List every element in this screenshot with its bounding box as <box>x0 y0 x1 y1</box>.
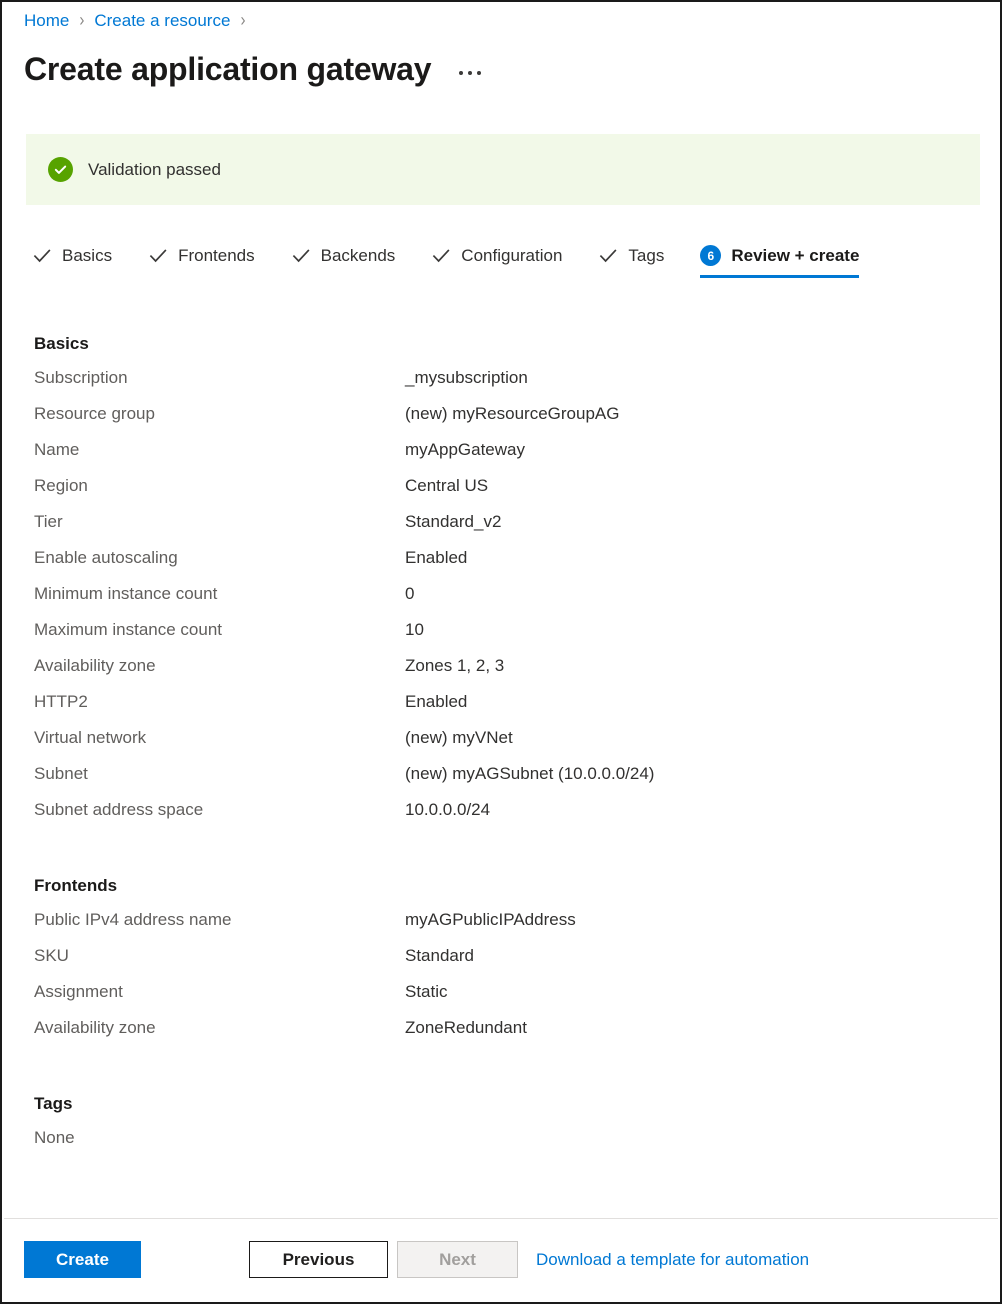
validation-status-text: Validation passed <box>88 160 221 180</box>
summary-row: Maximum instance count 10 <box>34 620 976 656</box>
step-badge: 6 <box>700 245 721 266</box>
row-value: Standard_v2 <box>405 512 501 532</box>
summary-row: Availability zone Zones 1, 2, 3 <box>34 656 976 692</box>
check-icon <box>291 246 311 266</box>
summary-row: Public IPv4 address name myAGPublicIPAdd… <box>34 910 976 946</box>
section-heading: Frontends <box>34 876 976 896</box>
create-button[interactable]: Create <box>24 1241 141 1278</box>
row-value: (new) myVNet <box>405 728 513 748</box>
summary-row: SKU Standard <box>34 946 976 982</box>
row-label: Availability zone <box>34 1018 405 1038</box>
row-value: Enabled <box>405 692 467 712</box>
row-label: Tier <box>34 512 405 532</box>
row-label: HTTP2 <box>34 692 405 712</box>
row-value: Static <box>405 982 448 1002</box>
section-heading: Tags <box>34 1094 976 1114</box>
summary-row: Subnet address space 10.0.0.0/24 <box>34 800 976 836</box>
summary-row: Subnet (new) myAGSubnet (10.0.0.0/24) <box>34 764 976 800</box>
validation-banner: Validation passed <box>26 134 980 205</box>
dot <box>477 71 481 75</box>
dot <box>459 71 463 75</box>
row-value: (new) myAGSubnet (10.0.0.0/24) <box>405 764 654 784</box>
page-title: Create application gateway <box>24 48 431 90</box>
check-icon <box>431 246 451 266</box>
breadcrumb-separator-icon: › <box>240 7 245 35</box>
row-value: 10.0.0.0/24 <box>405 800 490 820</box>
summary-row: Region Central US <box>34 476 976 512</box>
tab-label: Frontends <box>178 246 255 266</box>
breadcrumb-separator-icon: › <box>79 7 84 35</box>
row-value: 0 <box>405 584 414 604</box>
row-value: 10 <box>405 620 424 640</box>
more-options-icon[interactable] <box>457 65 483 81</box>
section-frontends: Frontends Public IPv4 address name myAGP… <box>34 876 976 1054</box>
tab-tags[interactable]: Tags <box>598 246 664 278</box>
summary-row: Availability zone ZoneRedundant <box>34 1018 976 1054</box>
row-value: (new) myResourceGroupAG <box>405 404 619 424</box>
summary-row: Virtual network (new) myVNet <box>34 728 976 764</box>
summary-row: Name myAppGateway <box>34 440 976 476</box>
wizard-footer: Create Previous Next Download a template… <box>2 1219 1000 1300</box>
summary-row: Tier Standard_v2 <box>34 512 976 548</box>
row-value: ZoneRedundant <box>405 1018 527 1038</box>
row-value: myAGPublicIPAddress <box>405 910 576 930</box>
tab-label: Tags <box>628 246 664 266</box>
summary-row: Resource group (new) myResourceGroupAG <box>34 404 976 440</box>
download-template-link[interactable]: Download a template for automation <box>536 1250 809 1270</box>
section-heading: Basics <box>34 334 976 354</box>
section-tags: Tags None <box>34 1094 976 1148</box>
previous-button[interactable]: Previous <box>249 1241 388 1278</box>
dot <box>468 71 472 75</box>
row-label: Resource group <box>34 404 405 424</box>
row-value: Enabled <box>405 548 467 568</box>
row-label: Public IPv4 address name <box>34 910 405 930</box>
active-tab-indicator <box>700 275 859 278</box>
section-basics: Basics Subscription _mysubscription Reso… <box>34 334 976 836</box>
breadcrumb: Home › Create a resource › <box>24 10 255 32</box>
tab-label: Basics <box>62 246 112 266</box>
wizard-tabs: Basics Frontends Backends Configuration <box>32 245 859 278</box>
check-icon <box>32 246 52 266</box>
row-value: Zones 1, 2, 3 <box>405 656 504 676</box>
breadcrumb-item-home[interactable]: Home <box>24 10 69 32</box>
tab-basics[interactable]: Basics <box>32 246 112 278</box>
summary-row: HTTP2 Enabled <box>34 692 976 728</box>
row-label: SKU <box>34 946 405 966</box>
tab-configuration[interactable]: Configuration <box>431 246 562 278</box>
summary-row: Enable autoscaling Enabled <box>34 548 976 584</box>
tab-backends[interactable]: Backends <box>291 246 396 278</box>
row-value: Standard <box>405 946 474 966</box>
row-value: myAppGateway <box>405 440 525 460</box>
tags-empty-text: None <box>34 1128 976 1148</box>
row-value: _mysubscription <box>405 368 528 388</box>
review-content: Basics Subscription _mysubscription Reso… <box>34 334 976 1148</box>
row-label: Subnet address space <box>34 800 405 820</box>
check-icon <box>148 246 168 266</box>
tab-label: Configuration <box>461 246 562 266</box>
row-label: Maximum instance count <box>34 620 405 640</box>
row-label: Subnet <box>34 764 405 784</box>
tab-review-create[interactable]: 6 Review + create <box>700 245 859 278</box>
check-icon <box>598 246 618 266</box>
summary-row: Assignment Static <box>34 982 976 1018</box>
tab-label: Review + create <box>731 246 859 266</box>
next-button: Next <box>397 1241 518 1278</box>
row-label: Assignment <box>34 982 405 1002</box>
tab-label: Backends <box>321 246 396 266</box>
row-label: Minimum instance count <box>34 584 405 604</box>
summary-row: Subscription _mysubscription <box>34 368 976 404</box>
row-label: Name <box>34 440 405 460</box>
row-label: Subscription <box>34 368 405 388</box>
row-label: Region <box>34 476 405 496</box>
row-value: Central US <box>405 476 488 496</box>
tab-frontends[interactable]: Frontends <box>148 246 255 278</box>
row-label: Availability zone <box>34 656 405 676</box>
summary-row: Minimum instance count 0 <box>34 584 976 620</box>
breadcrumb-item-create-a-resource[interactable]: Create a resource <box>94 10 230 32</box>
row-label: Virtual network <box>34 728 405 748</box>
create-application-gateway-page: Home › Create a resource › Create applic… <box>0 0 1002 1304</box>
check-circle-icon <box>48 157 73 182</box>
row-label: Enable autoscaling <box>34 548 405 568</box>
title-row: Create application gateway <box>24 48 483 90</box>
